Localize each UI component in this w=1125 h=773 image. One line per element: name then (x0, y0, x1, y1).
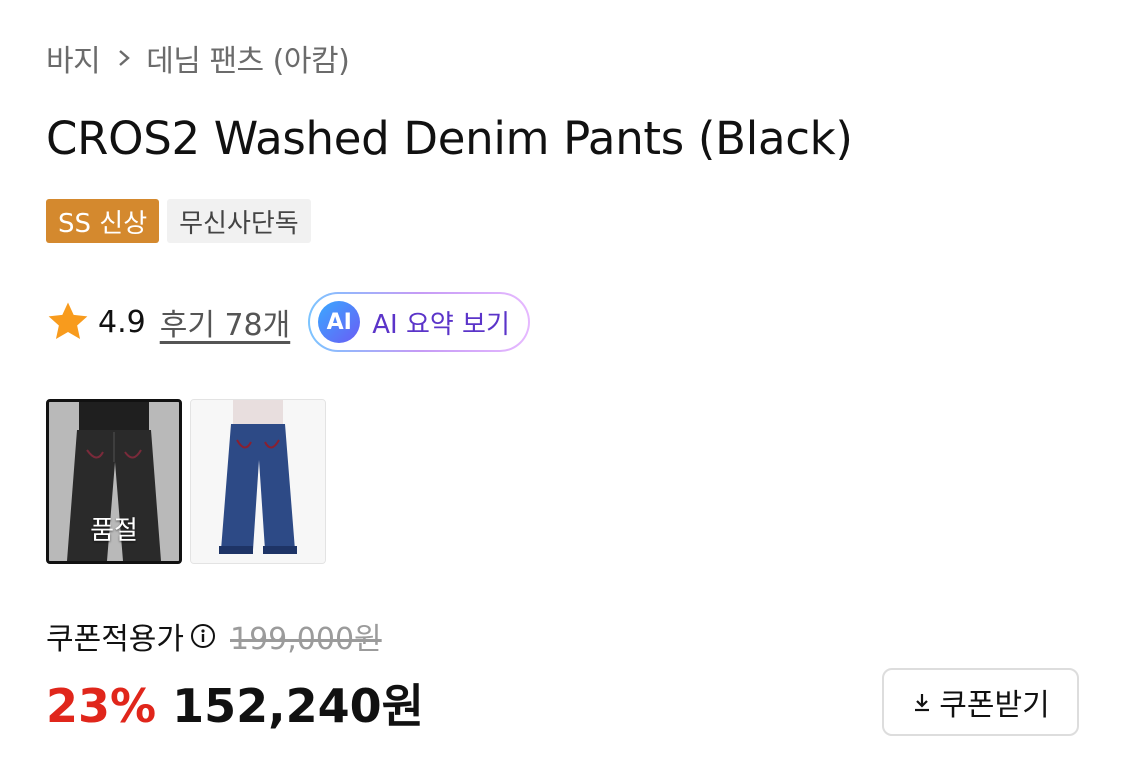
coupon-price-label: 쿠폰적용가 (46, 622, 184, 657)
ai-icon: AI (318, 301, 361, 343)
info-icon[interactable] (190, 623, 216, 649)
badge-exclusive: 무신사단독 (167, 199, 311, 243)
badge-list: SS 신상 무신사단독 (46, 199, 311, 243)
rating-row: 4.9 후기 78개 AI AI 요약 보기 (46, 290, 530, 354)
thumbnail-black-pants[interactable]: 품절 (46, 399, 182, 564)
final-price: 152,240원 (172, 679, 424, 733)
star-icon (48, 302, 88, 339)
ai-summary-button[interactable]: AI AI 요약 보기 (308, 292, 530, 352)
product-title: CROS2 Washed Denim Pants (Black) (46, 112, 853, 165)
thumbnail-list: 품절 (46, 399, 326, 564)
reviews-link[interactable]: 후기 78개 (160, 300, 291, 344)
breadcrumb-category[interactable]: 바지 (46, 36, 101, 80)
breadcrumb: 바지 데님 팬츠 (아캄) (46, 36, 350, 80)
thumbnail-blue-pants[interactable] (190, 399, 326, 564)
get-coupon-button[interactable]: 쿠폰받기 (882, 668, 1079, 736)
download-icon (915, 694, 930, 712)
discount-rate: 23% (46, 679, 157, 733)
soldout-label: 품절 (90, 516, 138, 546)
get-coupon-label: 쿠폰받기 (939, 688, 1050, 723)
original-price: 199,000원 (230, 622, 382, 657)
ai-summary-label: AI 요약 보기 (372, 309, 510, 340)
rating-score: 4.9 (98, 304, 146, 340)
chevron-right-icon (116, 47, 132, 69)
blue-pants-image (191, 400, 325, 563)
coupon-price-row: 쿠폰적용가 199,000원 (46, 614, 382, 658)
final-price-row: 23% 152,240원 (46, 670, 424, 736)
badge-ss-new: SS 신상 (46, 199, 160, 243)
breadcrumb-subcategory[interactable]: 데님 팬츠 (아캄) (146, 36, 350, 80)
